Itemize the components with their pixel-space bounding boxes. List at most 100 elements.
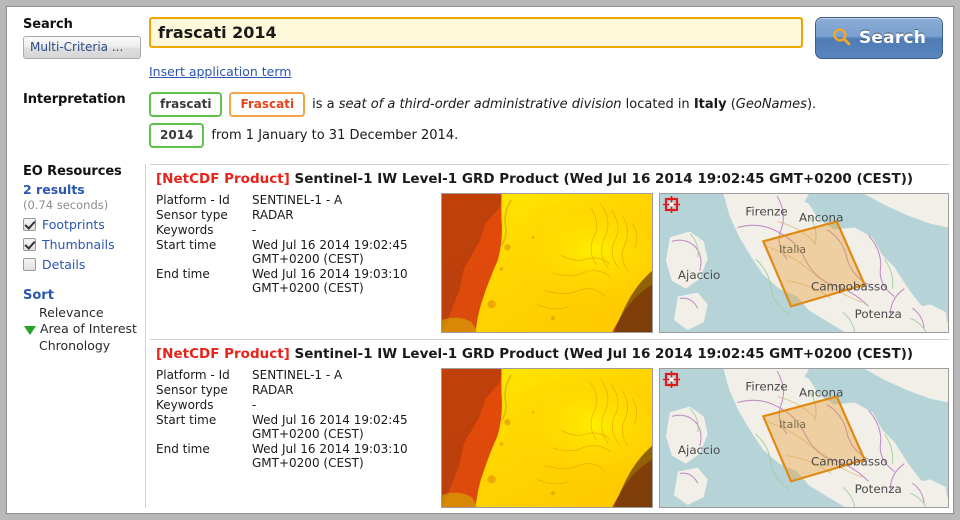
map-target-marker-icon[interactable] — [663, 196, 680, 213]
result-title[interactable]: [NetCDF Product] Sentinel-1 IW Level-1 G… — [156, 345, 949, 363]
interp-text-source: GeoNames — [735, 96, 807, 112]
map-label: Italia — [779, 243, 806, 256]
interpretation-line-location: frascati Frascati is a seat of a third-o… — [149, 92, 943, 117]
metadata-row: End time Wed Jul 16 2014 19:03:10 GMT+02… — [156, 442, 408, 471]
search-button[interactable]: Search — [814, 17, 943, 59]
map-label: Firenze — [745, 380, 787, 394]
metadata-row: Sensor type RADAR — [156, 383, 408, 398]
map-label: Firenze — [745, 205, 787, 219]
metadata-row: Keywords - — [156, 398, 408, 413]
result-metadata: Platform - Id SENTINEL-1 - A Sensor type… — [156, 193, 441, 296]
main-row: EO Resources 2 results (0.74 seconds) Fo… — [7, 154, 953, 508]
interp-text-3: ( — [726, 96, 736, 112]
sort-option-chronology[interactable]: Chronology — [23, 338, 145, 353]
search-field-column: Search Insert application term — [145, 17, 943, 80]
interpretation-text-time: from 1 January to 31 December 2014. — [211, 127, 459, 143]
sidebar: EO Resources 2 results (0.74 seconds) Fo… — [17, 164, 145, 353]
checkbox-footprints-box[interactable] — [23, 218, 36, 231]
metadata-row: Keywords - — [156, 223, 408, 238]
checkbox-details-label: Details — [42, 257, 86, 272]
metadata-key: End time — [156, 442, 210, 456]
footprint-map[interactable]: Firenze Ancona Ajaccio Italia Campobasso… — [659, 368, 949, 508]
metadata-value: Wed Jul 16 2014 19:02:45 GMT+0200 (CEST) — [252, 413, 408, 441]
application-window: Search Multi-Criteria ... Search Insert … — [0, 0, 960, 520]
interpretation-row: Interpretation frascati Frascati is a se… — [7, 80, 953, 154]
metadata-key: Platform - Id — [156, 368, 230, 382]
metadata-key: Start time — [156, 238, 217, 252]
result-metadata: Platform - Id SENTINEL-1 - A Sensor type… — [156, 368, 441, 471]
sort-option-relevance[interactable]: Relevance — [23, 305, 145, 320]
metadata-row: Start time Wed Jul 16 2014 19:02:45 GMT+… — [156, 413, 408, 442]
metadata-row: Platform - Id SENTINEL-1 - A — [156, 368, 408, 383]
checkbox-thumbnails-label: Thumbnails — [42, 237, 115, 252]
result-item: [NetCDF Product] Sentinel-1 IW Level-1 G… — [150, 339, 949, 508]
metadata-key: Start time — [156, 413, 217, 427]
multi-criteria-button[interactable]: Multi-Criteria ... — [23, 36, 141, 59]
sort-option-area-of-interest-label: Area of Interest — [40, 321, 137, 336]
metadata-key: Keywords — [156, 398, 214, 412]
result-title-text: Sentinel-1 IW Level-1 GRD Product (Wed J… — [294, 171, 914, 187]
interp-text-italic: seat of a third-order administrative div… — [338, 96, 622, 112]
search-panel-frame: Search Multi-Criteria ... Search Insert … — [6, 6, 954, 514]
result-title[interactable]: [NetCDF Product] Sentinel-1 IW Level-1 G… — [156, 170, 949, 188]
interp-text-2: located in — [621, 96, 694, 112]
metadata-value: SENTINEL-1 - A — [252, 368, 343, 382]
map-label: Campobasso — [811, 455, 888, 469]
result-product-tag: [NetCDF Product] — [156, 346, 290, 362]
metadata-row: Platform - Id SENTINEL-1 - A — [156, 193, 408, 208]
search-label: Search — [23, 17, 73, 32]
product-thumbnail[interactable] — [441, 193, 653, 333]
metadata-value: - — [252, 223, 257, 237]
result-body: Platform - Id SENTINEL-1 - A Sensor type… — [156, 193, 949, 333]
metadata-row: Start time Wed Jul 16 2014 19:02:45 GMT+… — [156, 238, 408, 267]
checkbox-footprints[interactable]: Footprints — [23, 217, 145, 232]
term-chip-frascati[interactable]: frascati — [149, 92, 223, 117]
map-label: Ancona — [799, 211, 843, 225]
map-label: Potenza — [855, 307, 902, 321]
metadata-value: Wed Jul 16 2014 19:02:45 GMT+0200 (CEST) — [252, 238, 408, 266]
entity-chip-frascati[interactable]: Frascati — [229, 92, 306, 117]
interp-text-4: ). — [806, 96, 817, 112]
result-item: [NetCDF Product] Sentinel-1 IW Level-1 G… — [150, 164, 949, 333]
interpretation-label: Interpretation — [23, 92, 126, 107]
result-title-text: Sentinel-1 IW Level-1 GRD Product (Wed J… — [294, 346, 914, 362]
metadata-row: Sensor type RADAR — [156, 208, 408, 223]
checkbox-thumbnails[interactable]: Thumbnails — [23, 237, 145, 252]
checkbox-thumbnails-box[interactable] — [23, 238, 36, 251]
metadata-value: Wed Jul 16 2014 19:03:10 GMT+0200 (CEST) — [252, 442, 408, 470]
footprint-map[interactable]: Firenze Ancona Ajaccio Italia Campobasso… — [659, 193, 949, 333]
sort-descending-arrow-icon — [24, 326, 36, 335]
search-label-column: Search Multi-Criteria ... — [17, 17, 145, 59]
eo-resources-label: EO Resources — [23, 164, 122, 179]
map-label: Italia — [779, 418, 806, 431]
map-label: Ancona — [799, 386, 843, 400]
search-button-label: Search — [858, 28, 926, 48]
map-label: Ajaccio — [678, 268, 720, 282]
product-thumbnail[interactable] — [441, 368, 653, 508]
checkbox-details-box[interactable] — [23, 258, 36, 271]
metadata-value: RADAR — [252, 383, 294, 397]
search-row: Search Multi-Criteria ... Search Insert … — [7, 7, 953, 80]
checkbox-footprints-label: Footprints — [42, 217, 105, 232]
term-chip-year[interactable]: 2014 — [149, 123, 205, 148]
interp-text-country: Italy — [693, 96, 727, 112]
sort-label: Sort — [23, 288, 54, 303]
search-icon — [832, 27, 851, 50]
metadata-key: Sensor type — [156, 208, 228, 222]
interpretation-label-column: Interpretation — [17, 92, 145, 108]
insert-application-term-link[interactable]: Insert application term — [149, 64, 291, 79]
metadata-key: End time — [156, 267, 210, 281]
metadata-key: Keywords — [156, 223, 214, 237]
metadata-value: Wed Jul 16 2014 19:03:10 GMT+0200 (CEST) — [252, 267, 408, 295]
metadata-key: Platform - Id — [156, 193, 230, 207]
sort-option-area-of-interest[interactable]: Area of Interest — [23, 322, 145, 336]
results-count: 2 results — [23, 182, 85, 197]
results-time: (0.74 seconds) — [23, 198, 109, 212]
map-label: Ajaccio — [678, 443, 720, 457]
results-list: [NetCDF Product] Sentinel-1 IW Level-1 G… — [145, 164, 949, 508]
checkbox-details[interactable]: Details — [23, 257, 145, 272]
search-input[interactable] — [149, 17, 803, 48]
metadata-row: End time Wed Jul 16 2014 19:03:10 GMT+02… — [156, 267, 408, 296]
interp-text-1: is a — [312, 96, 339, 112]
map-target-marker-icon[interactable] — [663, 371, 680, 388]
